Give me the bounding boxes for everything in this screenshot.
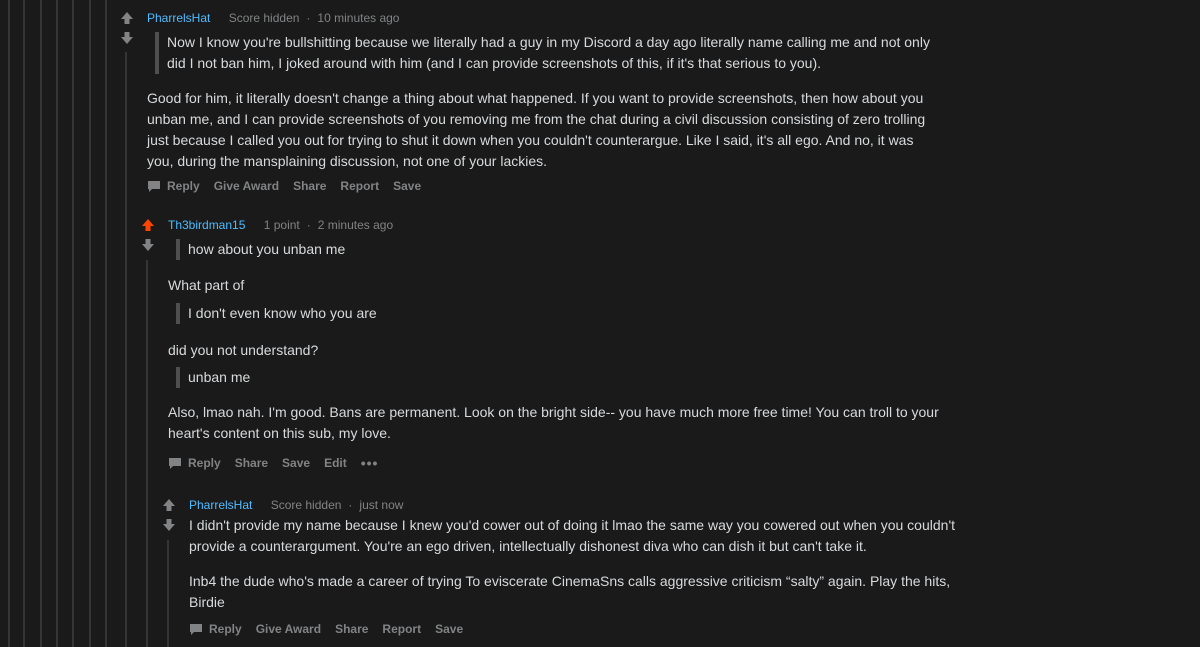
comment-meta: Th3birdman15 1 point · 2 minutes ago xyxy=(168,218,393,232)
share-button[interactable]: Share xyxy=(293,179,326,193)
downvote-icon[interactable] xyxy=(141,238,155,252)
comment-paragraph: Also, lmao nah. I'm good. Bans are perma… xyxy=(168,404,939,441)
report-button[interactable]: Report xyxy=(382,622,421,636)
comment-body: unban me xyxy=(176,367,250,388)
thread-line[interactable] xyxy=(72,0,74,647)
comment-quote: Now I know you're bullshitting because w… xyxy=(155,32,935,74)
score-label: Score hidden xyxy=(228,11,300,25)
comment-paragraph: Inb4 the dude who's made a career of try… xyxy=(189,573,951,610)
score-label: 1 point xyxy=(263,218,300,232)
comment-bubble-icon xyxy=(190,623,202,635)
comment-body: I didn't provide my name because I knew … xyxy=(189,515,979,557)
score-label: Score hidden xyxy=(270,498,342,512)
thread-line[interactable] xyxy=(167,540,169,647)
comment-text: did you not understand? xyxy=(168,342,319,358)
thread-line[interactable] xyxy=(23,0,25,647)
reply-label: Reply xyxy=(188,456,221,470)
comment-text: What part of xyxy=(168,277,245,293)
edit-button[interactable]: Edit xyxy=(324,456,347,470)
upvote-icon[interactable] xyxy=(120,11,134,25)
reply-button[interactable]: Reply xyxy=(147,179,200,193)
comment-body: Now I know you're bullshitting because w… xyxy=(155,32,935,74)
vote-column xyxy=(119,11,135,45)
thread-line[interactable] xyxy=(89,0,91,647)
comment-paragraph: Good for him, it literally doesn't chang… xyxy=(147,90,926,169)
save-button[interactable]: Save xyxy=(435,622,463,636)
comment-meta: PharrelsHat Score hidden · 10 minutes ago xyxy=(147,11,399,25)
separator xyxy=(260,498,263,512)
comment-body: did you not understand? xyxy=(168,340,318,361)
thread-line[interactable] xyxy=(125,52,127,647)
comment-bubble-icon xyxy=(148,180,160,192)
reply-button[interactable]: Reply xyxy=(168,456,221,470)
comment-bubble-icon xyxy=(169,457,181,469)
vote-column xyxy=(161,498,177,532)
comment-body: how about you unban me xyxy=(176,239,345,260)
thread-line[interactable] xyxy=(40,0,42,647)
thread-line[interactable] xyxy=(146,260,148,647)
comment-body: Inb4 the dude who's made a career of try… xyxy=(189,571,979,613)
upvote-icon[interactable] xyxy=(162,498,176,512)
comment-body: Good for him, it literally doesn't chang… xyxy=(147,88,937,172)
timestamp[interactable]: 10 minutes ago xyxy=(317,11,399,25)
downvote-icon[interactable] xyxy=(120,31,134,45)
comment-body: I don't even know who you are xyxy=(176,303,377,324)
comment-actions: Reply Give Award Share Report Save xyxy=(189,622,477,636)
separator-dot: · xyxy=(348,498,353,512)
share-button[interactable]: Share xyxy=(235,456,268,470)
comment-body: What part of xyxy=(168,275,244,296)
comment-quote: I don't even know who you are xyxy=(176,303,377,324)
share-button[interactable]: Share xyxy=(335,622,368,636)
vote-column xyxy=(140,218,156,252)
downvote-icon[interactable] xyxy=(162,518,176,532)
comment-meta: PharrelsHat Score hidden · just now xyxy=(189,498,403,512)
more-options-icon[interactable]: ••• xyxy=(361,456,379,470)
author-link[interactable]: PharrelsHat xyxy=(147,11,210,25)
give-award-button[interactable]: Give Award xyxy=(214,179,279,193)
comment-paragraph: I didn't provide my name because I knew … xyxy=(189,517,956,554)
reply-button[interactable]: Reply xyxy=(189,622,242,636)
timestamp[interactable]: 2 minutes ago xyxy=(318,218,393,232)
comment-body: Also, lmao nah. I'm good. Bans are perma… xyxy=(168,402,958,444)
comment-actions: Reply Give Award Share Report Save xyxy=(147,179,435,193)
comment-quote: unban me xyxy=(176,367,250,388)
save-button[interactable]: Save xyxy=(393,179,421,193)
reply-label: Reply xyxy=(167,179,200,193)
thread-line[interactable] xyxy=(105,0,107,647)
upvote-icon[interactable] xyxy=(141,218,155,232)
separator-dot: · xyxy=(306,11,311,25)
reply-label: Reply xyxy=(209,622,242,636)
timestamp[interactable]: just now xyxy=(359,498,403,512)
save-button[interactable]: Save xyxy=(282,456,310,470)
author-link[interactable]: PharrelsHat xyxy=(189,498,252,512)
separator xyxy=(253,218,256,232)
comment-actions: Reply Share Save Edit ••• xyxy=(168,456,378,470)
separator-dot: · xyxy=(306,218,311,232)
give-award-button[interactable]: Give Award xyxy=(256,622,321,636)
thread-line[interactable] xyxy=(8,0,10,647)
report-button[interactable]: Report xyxy=(340,179,379,193)
separator xyxy=(218,11,221,25)
author-link[interactable]: Th3birdman15 xyxy=(168,218,245,232)
comment-quote: how about you unban me xyxy=(176,239,345,260)
thread-line[interactable] xyxy=(56,0,58,647)
